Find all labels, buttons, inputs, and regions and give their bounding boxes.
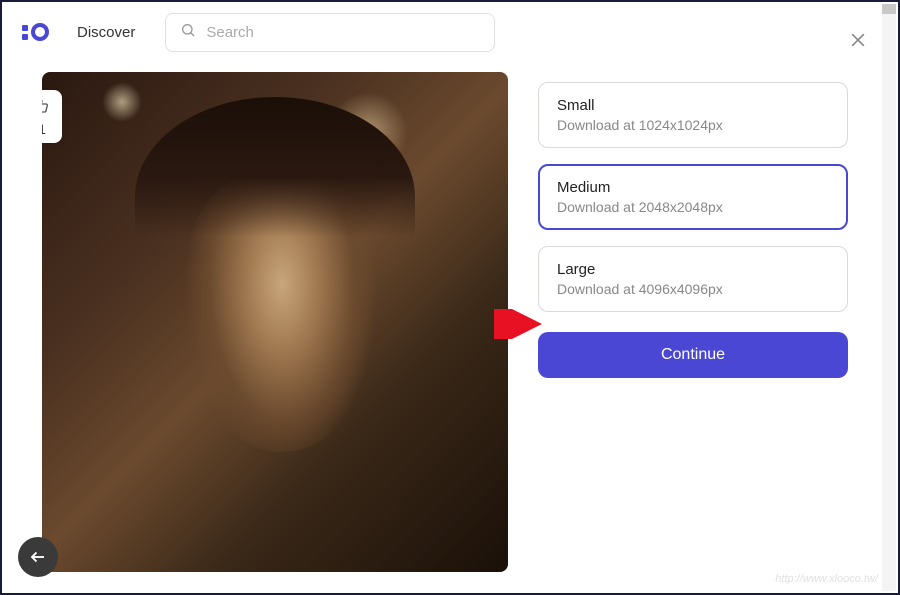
option-large[interactable]: Large Download at 4096x4096px [538, 246, 848, 312]
continue-button[interactable]: Continue [538, 332, 848, 378]
scrollbar[interactable] [882, 4, 896, 591]
option-medium[interactable]: Medium Download at 2048x2048px [538, 164, 848, 230]
option-small[interactable]: Small Download at 1024x1024px [538, 82, 848, 148]
arrow-annotation [494, 309, 542, 344]
watermark: http://www.xlooco.tw/ [775, 573, 878, 585]
back-button[interactable] [18, 537, 58, 577]
option-desc: Download at 4096x4096px [557, 281, 829, 297]
scrollbar-thumb[interactable] [882, 4, 896, 14]
logo[interactable] [22, 23, 49, 41]
download-options-panel: Small Download at 1024x1024px Medium Dow… [528, 72, 868, 593]
close-button[interactable] [848, 30, 868, 55]
header: Discover [2, 2, 898, 62]
option-desc: Download at 2048x2048px [557, 199, 829, 215]
option-title: Medium [557, 179, 829, 196]
content-area: 1 Small Download at 1024x1024px Medium D… [2, 62, 898, 593]
option-title: Large [557, 261, 829, 278]
like-count: 1 [42, 121, 46, 137]
search-bar[interactable] [165, 13, 495, 52]
like-badge[interactable]: 1 [42, 90, 62, 143]
option-title: Small [557, 97, 829, 114]
search-icon [180, 22, 196, 43]
thumbs-up-icon [42, 98, 50, 119]
option-desc: Download at 1024x1024px [557, 117, 829, 133]
search-input[interactable] [206, 24, 480, 41]
nav-discover[interactable]: Discover [77, 24, 135, 41]
image-preview[interactable]: 1 [42, 72, 508, 572]
